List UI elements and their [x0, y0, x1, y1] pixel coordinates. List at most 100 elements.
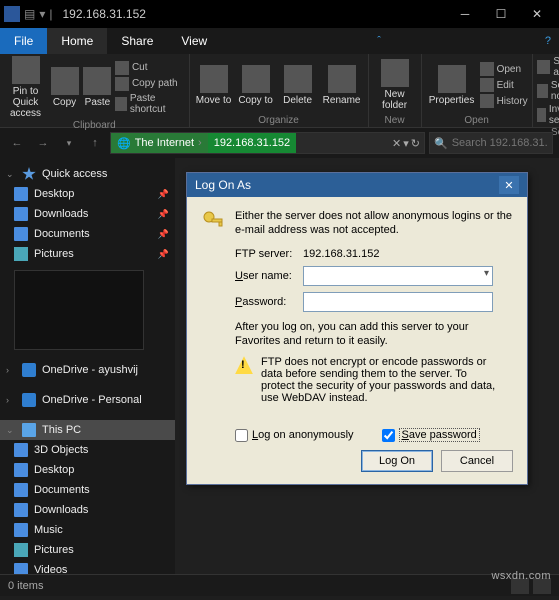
- cut-button[interactable]: Cut: [115, 61, 185, 75]
- sidebar-pictures2[interactable]: Pictures: [0, 540, 175, 560]
- close-button[interactable]: ✕: [519, 0, 555, 28]
- copy-icon: [51, 67, 79, 95]
- ribbon-toggle-icon[interactable]: ˆ: [369, 28, 389, 54]
- edit-button[interactable]: Edit: [480, 78, 528, 92]
- nav-forward-button[interactable]: →: [32, 132, 54, 154]
- open-button[interactable]: Open: [480, 62, 528, 76]
- address-clear-icon[interactable]: ✕: [392, 137, 401, 150]
- qat-down-icon[interactable]: ▾: [39, 7, 45, 21]
- breadcrumb-root[interactable]: 🌐The Internet›: [111, 133, 208, 153]
- sidebar-downloads[interactable]: Downloads📌: [0, 204, 175, 224]
- maximize-button[interactable]: ☐: [483, 0, 519, 28]
- edit-icon: [480, 78, 494, 92]
- sidebar-videos[interactable]: Videos: [0, 560, 175, 574]
- pin-icon: 📌: [158, 189, 169, 200]
- ribbon-group-new: New folder New: [369, 54, 422, 127]
- documents-icon: [14, 227, 28, 241]
- sidebar-documents[interactable]: Documents📌: [0, 224, 175, 244]
- delete-icon: [284, 65, 312, 93]
- select-none-button[interactable]: Select none: [537, 80, 559, 102]
- dialog-close-button[interactable]: ✕: [499, 176, 519, 194]
- app-icon: [4, 6, 20, 22]
- copy-to-button[interactable]: Copy to: [236, 56, 276, 114]
- paste-button[interactable]: Paste: [82, 56, 113, 119]
- sidebar-quick-access[interactable]: ⌄Quick access: [0, 164, 175, 184]
- cut-icon: [115, 61, 129, 75]
- globe-icon: 🌐: [117, 137, 131, 150]
- sidebar-downloads2[interactable]: Downloads: [0, 500, 175, 520]
- qat-sep: |: [49, 7, 52, 21]
- cancel-button[interactable]: Cancel: [441, 450, 513, 472]
- search-input[interactable]: [452, 137, 548, 149]
- pin-quick-access-button[interactable]: Pin to Quick access: [4, 56, 47, 119]
- window-controls: ─ ☐ ✕: [447, 0, 555, 28]
- help-icon[interactable]: ?: [537, 28, 559, 54]
- pictures-icon: [14, 247, 28, 261]
- downloads-icon: [14, 503, 28, 517]
- search-icon: 🔍: [434, 137, 448, 150]
- tab-share[interactable]: Share: [107, 28, 167, 54]
- onedrive-icon: [22, 363, 36, 377]
- username-label: User name:: [235, 270, 303, 282]
- sidebar-desktop[interactable]: Desktop📌: [0, 184, 175, 204]
- sidebar-onedrive-1[interactable]: ›OneDrive - ayushvij: [0, 360, 175, 380]
- refresh-icon[interactable]: ↻: [411, 137, 420, 150]
- sidebar-thumbnail[interactable]: [14, 270, 144, 350]
- tab-view[interactable]: View: [167, 28, 221, 54]
- dialog-titlebar[interactable]: Log On As ✕: [187, 173, 527, 197]
- status-item-count: 0 items: [8, 580, 43, 592]
- history-icon: [480, 94, 494, 108]
- sidebar-onedrive-2[interactable]: ›OneDrive - Personal: [0, 390, 175, 410]
- nav-back-button[interactable]: ←: [6, 132, 28, 154]
- breadcrumb-address[interactable]: 192.168.31.152: [208, 133, 296, 153]
- paste-shortcut-icon: [115, 97, 127, 111]
- desktop-icon: [14, 187, 28, 201]
- username-input[interactable]: [303, 266, 493, 286]
- password-input[interactable]: [303, 292, 493, 312]
- paste-shortcut-button[interactable]: Paste shortcut: [115, 93, 185, 115]
- logon-dialog: Log On As ✕ Either the server does not a…: [186, 172, 528, 485]
- history-button[interactable]: History: [480, 94, 528, 108]
- warning-icon: [235, 356, 253, 374]
- select-all-icon: [537, 60, 551, 74]
- address-bar[interactable]: 🌐The Internet› 192.168.31.152 ✕ ▾ ↻: [110, 132, 425, 154]
- tab-home[interactable]: Home: [47, 28, 107, 54]
- invert-selection-button[interactable]: Invert selection: [537, 104, 559, 126]
- delete-button[interactable]: Delete: [278, 56, 318, 114]
- videos-icon: [14, 563, 28, 574]
- minimize-button[interactable]: ─: [447, 0, 483, 28]
- copy-path-icon: [115, 77, 129, 91]
- ribbon: Pin to Quick access Copy Paste Cut Copy …: [0, 54, 559, 128]
- nav-row: ← → ▾ ↑ 🌐The Internet› 192.168.31.152 ✕ …: [0, 128, 559, 158]
- copy-path-button[interactable]: Copy path: [115, 77, 185, 91]
- select-none-icon: [537, 84, 548, 98]
- new-folder-button[interactable]: New folder: [373, 56, 417, 114]
- status-bar: 0 items: [0, 574, 559, 596]
- pictures-icon: [14, 543, 28, 557]
- sidebar-this-pc[interactable]: ⌄This PC: [0, 420, 175, 440]
- nav-history-button[interactable]: ▾: [58, 132, 80, 154]
- save-password-checkbox[interactable]: Save password: [382, 428, 480, 442]
- sidebar-music[interactable]: Music: [0, 520, 175, 540]
- qat-folder-icon[interactable]: ▤: [24, 7, 35, 21]
- rename-button[interactable]: Rename: [320, 56, 364, 114]
- tab-file[interactable]: File: [0, 28, 47, 54]
- group-label-open: Open: [426, 114, 528, 127]
- sidebar-pictures[interactable]: Pictures📌: [0, 244, 175, 264]
- sidebar-3d-objects[interactable]: 3D Objects: [0, 440, 175, 460]
- copy-button[interactable]: Copy: [49, 56, 80, 119]
- properties-button[interactable]: Properties: [426, 56, 478, 114]
- sidebar-documents2[interactable]: Documents: [0, 480, 175, 500]
- nav-up-button[interactable]: ↑: [84, 132, 106, 154]
- logon-button[interactable]: Log On: [361, 450, 433, 472]
- group-label-organize: Organize: [194, 114, 364, 127]
- address-dropdown-icon[interactable]: ▾: [403, 137, 409, 150]
- select-all-button[interactable]: Select all: [537, 56, 559, 78]
- move-to-button[interactable]: Move to: [194, 56, 234, 114]
- quick-access-toolbar: ▤ ▾ |: [24, 7, 53, 21]
- logon-anonymously-checkbox[interactable]: Log on anonymously: [235, 429, 354, 442]
- search-box[interactable]: 🔍: [429, 132, 553, 154]
- pin-icon: 📌: [158, 209, 169, 220]
- watermark: wsxdn.com: [491, 570, 551, 582]
- sidebar-desktop2[interactable]: Desktop: [0, 460, 175, 480]
